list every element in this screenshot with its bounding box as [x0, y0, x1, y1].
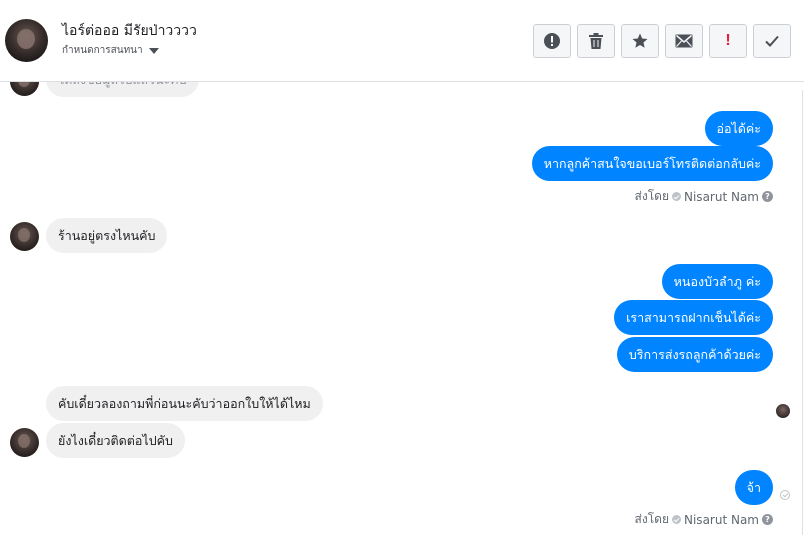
message-thread[interactable]: ได้ส่งข้อมูลไปแล้วนะคับ อ่อได้ค่ะ หากลูก…	[0, 82, 804, 535]
report-button[interactable]	[533, 24, 571, 58]
contact-mini-avatar[interactable]	[10, 82, 39, 96]
help-icon[interactable]: ?	[762, 191, 773, 202]
outgoing-message[interactable]: บริการส่งรถลูกค้าด้วยค่ะ	[616, 337, 773, 372]
conversation-settings-dropdown[interactable]: กำหนดการสนทนา	[62, 43, 159, 58]
done-button[interactable]	[753, 24, 791, 58]
alert-circle-icon	[544, 33, 560, 49]
contact-name[interactable]: ไอร์ต่อออ มีรัยป่าวววว	[62, 20, 197, 42]
sent-check-icon	[672, 515, 681, 524]
outgoing-message[interactable]: หนองบัวลำภู ค่ะ	[661, 264, 773, 299]
check-icon	[765, 35, 779, 47]
seen-indicator-avatar	[776, 404, 790, 418]
incoming-message[interactable]: คับเดี๋ยวลองถามพี่ก่อนนะคับว่าออกใบให้ได…	[46, 386, 323, 421]
star-icon	[632, 33, 648, 48]
star-button[interactable]	[621, 24, 659, 58]
sent-check-icon	[672, 192, 681, 201]
sent-by-prefix: ส่งโดย	[634, 189, 669, 203]
spam-button[interactable]: !	[709, 24, 747, 58]
incoming-message[interactable]: ร้านอยู่ตรงไหนคับ	[46, 218, 168, 253]
outgoing-message[interactable]: จ้า	[734, 470, 773, 505]
action-toolbar: !	[533, 24, 791, 58]
sent-by-label: ส่งโดย Nisarut Nam ?	[635, 510, 773, 529]
mark-unread-button[interactable]	[665, 24, 703, 58]
conversation-settings-label: กำหนดการสนทนา	[62, 45, 143, 56]
sent-by-prefix: ส่งโดย	[634, 512, 669, 526]
outgoing-message[interactable]: เราสามารถฝากเช็นได้ค่ะ	[614, 300, 773, 335]
sent-by-name[interactable]: Nisarut Nam	[684, 190, 759, 204]
scrollbar-track[interactable]	[802, 90, 803, 535]
delivered-check-icon	[780, 490, 790, 500]
sent-by-name[interactable]: Nisarut Nam	[684, 513, 759, 527]
sent-by-label: ส่งโดย Nisarut Nam ?	[635, 187, 773, 206]
contact-mini-avatar[interactable]	[10, 428, 39, 457]
caret-down-icon	[148, 48, 159, 54]
outgoing-message[interactable]: หากลูกค้าสนใจขอเบอร์โทรติดต่อกลับค่ะ	[531, 146, 773, 181]
contact-mini-avatar[interactable]	[10, 222, 39, 251]
envelope-icon	[675, 34, 693, 48]
help-icon[interactable]: ?	[762, 514, 773, 525]
delete-button[interactable]	[577, 24, 615, 58]
trash-icon	[589, 33, 603, 49]
incoming-message[interactable]: ได้ส่งข้อมูลไปแล้วนะคับ	[46, 82, 199, 97]
contact-avatar[interactable]	[5, 19, 48, 62]
incoming-message[interactable]: ยังไงเดี๋ยวติดต่อไปคับ	[46, 423, 185, 458]
outgoing-message[interactable]: อ่อได้ค่ะ	[704, 111, 773, 146]
exclamation-icon: !	[725, 32, 731, 49]
conversation-header: ไอร์ต่อออ มีรัยป่าวววว กำหนดการสนทนา !	[0, 0, 804, 82]
